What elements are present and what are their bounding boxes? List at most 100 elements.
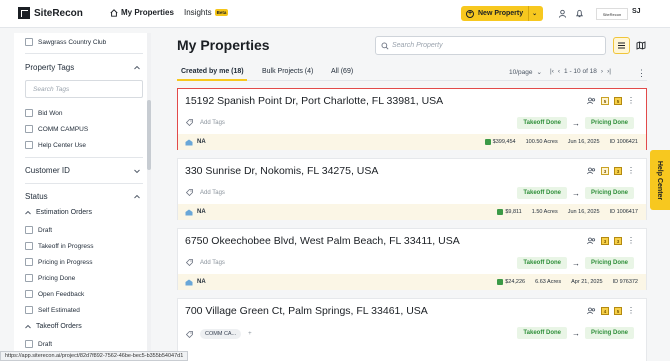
chevron-down-icon[interactable] — [134, 168, 140, 174]
estimate-badge[interactable]: 3 — [614, 237, 622, 245]
status-filter-takeoff-progress[interactable]: Takeoff in Progress — [25, 242, 94, 250]
customer-info: NA — [185, 279, 206, 286]
page-range: 1 - 10 of 18 — [564, 68, 597, 75]
users-icon[interactable] — [587, 97, 596, 105]
property-id: ID 1006421 — [609, 139, 638, 145]
card-menu-icon[interactable]: ⋮ — [627, 307, 635, 315]
add-tag-plus[interactable]: + — [248, 331, 252, 337]
checkbox[interactable] — [25, 125, 33, 133]
sidebar-scrollbar[interactable] — [147, 33, 151, 361]
checkbox[interactable] — [25, 306, 33, 314]
blueprint-badge[interactable]: 3 — [601, 237, 609, 245]
estimate-badge[interactable]: 3 — [614, 167, 622, 175]
tab-created-by-me[interactable]: Created by me (18) — [181, 68, 244, 75]
user-icon[interactable] — [558, 9, 567, 18]
card-menu-icon[interactable]: ⋮ — [627, 97, 635, 105]
users-icon[interactable] — [587, 167, 596, 175]
checkbox[interactable] — [25, 274, 33, 282]
checkbox[interactable] — [25, 109, 33, 117]
blueprint-badge[interactable]: 4 — [601, 307, 609, 315]
tag-chip[interactable]: COMM CA... — [200, 329, 242, 339]
tag-row: Add Tags — [186, 189, 225, 196]
tag-filter-help-center[interactable]: Help Center Use — [25, 141, 86, 149]
map-view-button[interactable] — [632, 37, 649, 54]
tag-filter-bid-won[interactable]: Bid Won — [25, 109, 62, 117]
card-menu-icon[interactable]: ⋮ — [627, 167, 635, 175]
avatar[interactable]: SJ — [632, 8, 641, 15]
estimate-badge[interactable]: 5 — [614, 97, 622, 105]
money-icon — [497, 279, 504, 285]
tag-filter-comm-campus[interactable]: COMM CAMPUS — [25, 125, 88, 133]
blueprint-badge[interactable]: 3 — [601, 167, 609, 175]
property-meta: $24,226 6.63 Acres Apr 21, 2025 ID 97637… — [497, 279, 638, 285]
checkbox[interactable] — [25, 242, 33, 250]
customer-id-title: Customer ID — [25, 166, 70, 175]
top-nav: SiteRecon My Properties Insights Beta + … — [0, 0, 670, 28]
estimate-badge[interactable]: 5 — [614, 307, 622, 315]
checkbox[interactable] — [25, 226, 33, 234]
nav-my-properties[interactable]: My Properties — [110, 8, 174, 17]
property-card[interactable]: 15192 Spanish Point Dr, Port Charlotte, … — [177, 88, 647, 150]
bell-icon[interactable] — [575, 9, 584, 18]
takeoff-filter-draft[interactable]: Draft — [25, 340, 52, 348]
logo-mark-icon — [18, 7, 30, 19]
checkbox[interactable] — [25, 141, 33, 149]
card-actions: 3 3 ⋮ — [587, 237, 635, 245]
takeoff-orders-group[interactable]: Takeoff Orders — [25, 323, 82, 330]
search-property-input[interactable]: Search Property — [375, 36, 606, 55]
search-tags-input[interactable]: Search Tags — [25, 80, 143, 98]
more-options-icon[interactable]: ⋮ — [637, 68, 646, 79]
new-property-button[interactable]: + New Property ⌄ — [461, 6, 543, 21]
property-card[interactable]: 330 Sunrise Dr, Nokomis, FL 34275, USA 3… — [177, 158, 647, 220]
button-separator — [528, 6, 530, 21]
tag-row: COMM CA... + — [186, 329, 252, 339]
sidebar-scroll-thumb[interactable] — [147, 100, 151, 170]
add-tags-button[interactable]: Add Tags — [200, 120, 225, 126]
property-card[interactable]: 700 Village Green Ct, Palm Springs, FL 3… — [177, 298, 647, 361]
property-meta: $399,454 100.50 Acres Jun 16, 2025 ID 10… — [484, 139, 638, 145]
tab-all[interactable]: All (69) — [331, 68, 353, 75]
page-size-select[interactable]: 10/page ⌄ — [509, 68, 542, 77]
tab-bulk-projects[interactable]: Bulk Projects (4) — [262, 68, 313, 75]
checkbox[interactable] — [25, 340, 33, 348]
checkbox[interactable] — [25, 290, 33, 298]
filter-item-sawgrass[interactable]: Sawgrass Country Club — [25, 38, 106, 46]
blueprint-badge[interactable]: 5 — [601, 97, 609, 105]
add-tags-button[interactable]: Add Tags — [200, 190, 225, 196]
next-page-icon[interactable]: › — [601, 68, 603, 75]
tag-icon — [186, 259, 193, 266]
status-filter-self-estimated[interactable]: Self Estimated — [25, 306, 80, 314]
property-address[interactable]: 15192 Spanish Point Dr, Port Charlotte, … — [185, 95, 443, 107]
chevron-up-icon[interactable] — [134, 65, 140, 71]
nav-insights[interactable]: Insights Beta — [184, 8, 229, 17]
estimation-orders-group[interactable]: Estimation Orders — [25, 209, 92, 216]
property-address[interactable]: 700 Village Green Ct, Palm Springs, FL 3… — [185, 305, 428, 317]
company-logo[interactable]: SiteRecon — [596, 8, 628, 20]
chevron-up-icon — [25, 324, 31, 328]
help-center-tab[interactable]: Help Center — [650, 150, 670, 210]
add-tags-button[interactable]: Add Tags — [200, 260, 225, 266]
new-property-label: New Property — [478, 10, 524, 17]
checkbox[interactable] — [25, 258, 33, 266]
logo-text: SiteRecon — [34, 7, 83, 19]
status-filter-pricing-progress[interactable]: Pricing in Progress — [25, 258, 93, 266]
list-view-button[interactable] — [613, 37, 630, 54]
status-filter-pricing-done[interactable]: Pricing Done — [25, 274, 75, 282]
users-icon[interactable] — [587, 237, 596, 245]
property-card[interactable]: 6750 Okeechobee Blvd, West Palm Beach, F… — [177, 228, 647, 290]
users-icon[interactable] — [587, 307, 596, 315]
property-address[interactable]: 330 Sunrise Dr, Nokomis, FL 34275, USA — [185, 165, 378, 177]
property-address[interactable]: 6750 Okeechobee Blvd, West Palm Beach, F… — [185, 235, 460, 247]
siterecon-logo[interactable]: SiteRecon — [18, 7, 83, 19]
card-footer: NA $9,811 1.50 Acres Jun 16, 2025 ID 100… — [178, 204, 646, 220]
divider — [25, 157, 143, 158]
card-menu-icon[interactable]: ⋮ — [627, 237, 635, 245]
chevron-down-icon[interactable]: ⌄ — [532, 10, 537, 17]
last-page-icon[interactable]: ›| — [607, 68, 611, 75]
prev-page-icon[interactable]: ‹ — [558, 68, 560, 75]
first-page-icon[interactable]: |‹ — [550, 68, 554, 75]
status-filter-open-feedback[interactable]: Open Feedback — [25, 290, 84, 298]
status-filter-draft[interactable]: Draft — [25, 226, 52, 234]
chevron-up-icon[interactable] — [134, 194, 140, 200]
checkbox[interactable] — [25, 38, 33, 46]
